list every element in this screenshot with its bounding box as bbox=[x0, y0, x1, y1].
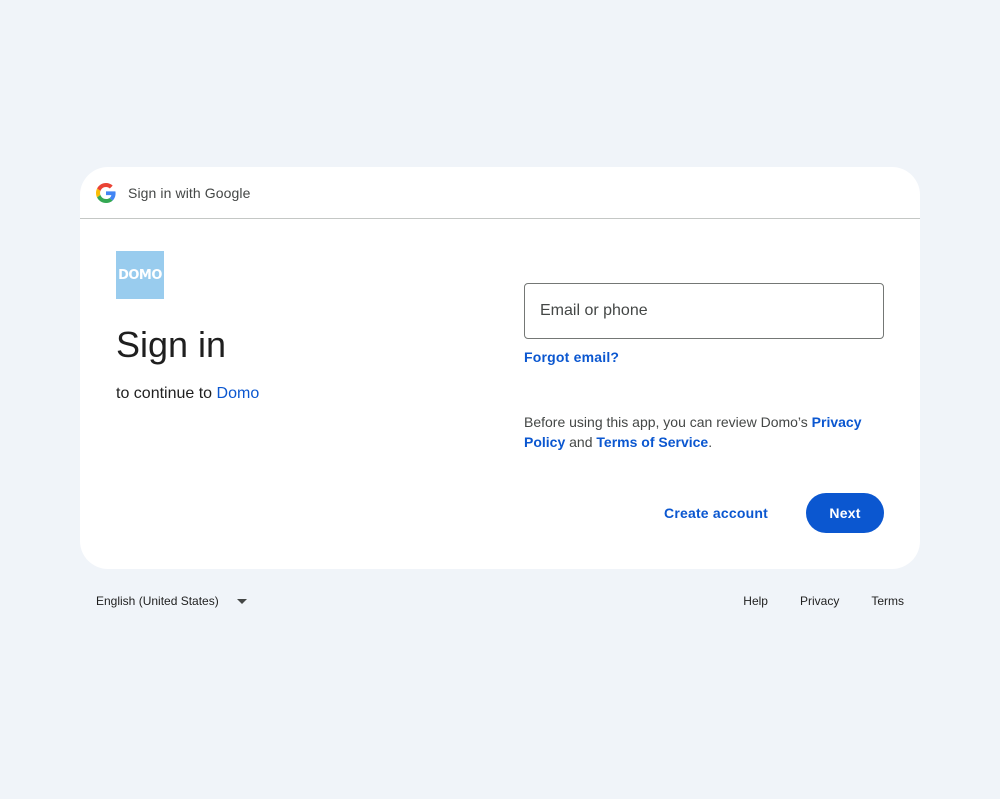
policy-text: Before using this app, you can review Do… bbox=[524, 412, 884, 452]
header-title: Sign in with Google bbox=[128, 184, 251, 201]
footer: English (United States) Help Privacy Ter… bbox=[80, 586, 920, 616]
terms-link[interactable]: Terms bbox=[855, 594, 920, 608]
sign-in-card: Sign in with Google DOMO Sign in to cont… bbox=[80, 167, 920, 569]
card-header: Sign in with Google bbox=[80, 167, 920, 219]
email-input[interactable] bbox=[524, 283, 884, 339]
next-button[interactable]: Next bbox=[806, 493, 884, 533]
terms-of-service-link[interactable]: Terms of Service bbox=[596, 434, 708, 450]
create-account-button[interactable]: Create account bbox=[648, 493, 784, 533]
caret-down-icon bbox=[236, 598, 247, 604]
privacy-link[interactable]: Privacy bbox=[784, 594, 855, 608]
policy-and: and bbox=[569, 434, 593, 450]
language-select[interactable]: English (United States) bbox=[80, 586, 263, 616]
policy-prefix: Before using this app, you can review Do… bbox=[524, 414, 808, 430]
forgot-email-link[interactable]: Forgot email? bbox=[524, 349, 619, 365]
policy-suffix: . bbox=[708, 434, 713, 450]
google-g-icon bbox=[96, 182, 116, 203]
app-name-link[interactable]: Domo bbox=[217, 385, 260, 402]
subtitle: to continue to Domo bbox=[116, 384, 259, 404]
language-label: English (United States) bbox=[96, 594, 219, 608]
subtitle-prefix: to continue to bbox=[116, 385, 213, 402]
domo-logo: DOMO bbox=[116, 251, 164, 299]
help-link[interactable]: Help bbox=[727, 594, 784, 608]
page-title: Sign in bbox=[116, 324, 227, 365]
footer-links: Help Privacy Terms bbox=[727, 586, 920, 616]
